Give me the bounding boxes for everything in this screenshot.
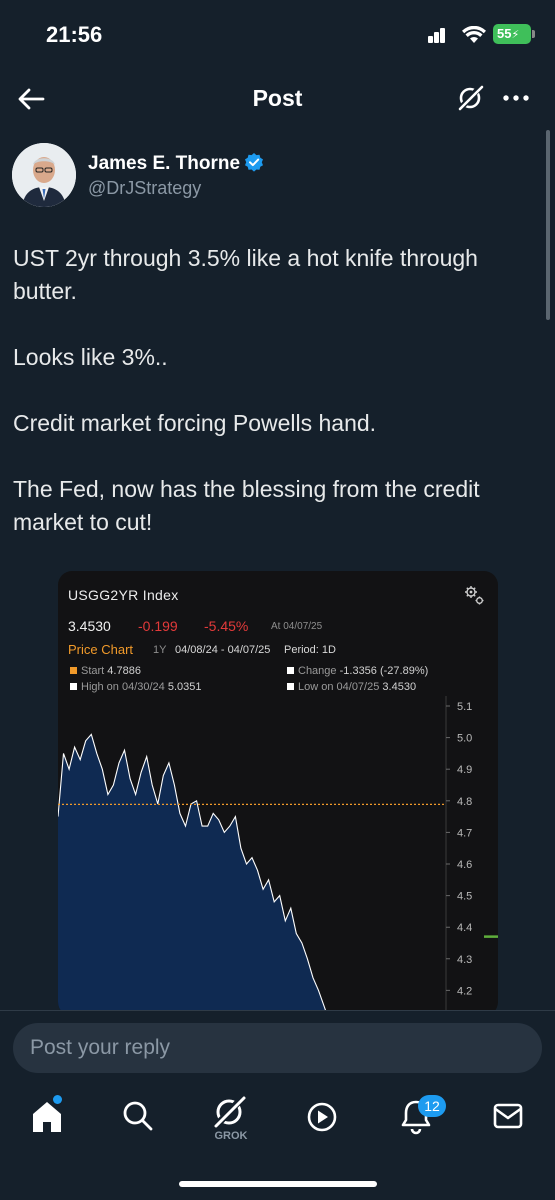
y-tick-label: 4.3	[457, 954, 472, 966]
last-price: 3.4530	[68, 618, 111, 634]
post-paragraph: UST 2yr through 3.5% like a hot knife th…	[13, 245, 478, 304]
stat-change-label: Change	[298, 665, 337, 677]
stat-change: Change -1.3356 (-27.89%)	[287, 665, 428, 677]
search-icon[interactable]	[118, 1096, 158, 1136]
chart-period: Period: 1D	[284, 644, 336, 656]
messages-icon[interactable]	[488, 1096, 528, 1136]
charging-bolt-icon: ⚡	[511, 29, 520, 41]
notification-count-badge: 12	[418, 1095, 446, 1117]
y-tick-label: 4.5	[457, 891, 472, 903]
grok-tab-label: GROK	[214, 1130, 248, 1142]
chart-date-range: 04/08/24 - 04/07/25	[175, 644, 271, 656]
settings-gears-icon	[465, 586, 484, 605]
stat-start-label: Start	[81, 665, 105, 677]
author-name[interactable]: James E. Thorne	[88, 152, 264, 175]
home-unread-dot	[53, 1095, 62, 1104]
y-tick-label: 4.7	[457, 827, 472, 839]
stat-low-value: 3.4530	[382, 681, 417, 693]
net-change: -0.199	[138, 618, 178, 634]
price-chart-plot: 5.1 5.0 4.9 4.8 4.7 4.6 4.5 4.4 4.3 4.2	[58, 696, 498, 1016]
home-indicator	[179, 1181, 377, 1187]
grok-icon[interactable]	[455, 83, 485, 113]
y-tick-label: 4.2	[457, 985, 472, 997]
reply-bar: Post your reply	[0, 1010, 555, 1090]
post-header: Post	[0, 70, 555, 128]
stat-change-value: -1.3356 (-27.89%)	[339, 665, 429, 677]
author-name-text: James E. Thorne	[88, 153, 241, 174]
post-paragraph: Credit market forcing Powells hand.	[13, 410, 377, 436]
post-paragraph: The Fed, now has the blessing from the c…	[13, 476, 480, 535]
scrollbar[interactable]	[546, 130, 550, 320]
avatar[interactable]	[12, 143, 76, 207]
stat-high: High on 04/30/24 5.0351	[70, 681, 202, 693]
y-tick-label: 5.0	[457, 733, 472, 745]
grok-tab-icon[interactable]	[209, 1092, 249, 1132]
status-time: 21:56	[46, 22, 103, 47]
chart-image[interactable]: USGG2YR Index 3.4530 -0.199 -5.45% At 04…	[58, 571, 498, 1016]
stat-high-label: High on 04/30/24	[81, 681, 165, 693]
percent-change: -5.45%	[204, 618, 249, 634]
battery-level: 55	[497, 26, 512, 41]
video-icon[interactable]	[302, 1096, 342, 1136]
price-area	[58, 734, 328, 1016]
battery-indicator: 55⚡	[493, 24, 535, 44]
stat-start-value: 4.7886	[107, 665, 141, 677]
y-tick-label: 4.8	[457, 796, 472, 808]
more-options-icon[interactable]	[500, 86, 532, 110]
chart-span: 1Y	[153, 644, 167, 656]
as-of-date: At 04/07/25	[271, 621, 323, 632]
stat-low-label: Low on 04/07/25	[298, 681, 380, 693]
stat-low: Low on 04/07/25 3.4530	[287, 681, 416, 693]
wifi-icon	[462, 26, 486, 43]
chart-ticker: USGG2YR Index	[68, 587, 179, 603]
cellular-signal-icon	[428, 27, 446, 43]
author-handle[interactable]: @DrJStrategy	[88, 178, 201, 199]
y-tick-label: 4.4	[457, 922, 472, 934]
stat-high-value: 5.0351	[167, 681, 202, 693]
verified-badge-icon	[245, 153, 264, 172]
chart-type-label: Price Chart	[68, 642, 134, 657]
reply-input[interactable]: Post your reply	[13, 1023, 542, 1073]
status-bar: 21:56 55⚡	[0, 0, 555, 70]
y-tick-label: 4.6	[457, 859, 472, 871]
y-tick-label: 4.9	[457, 764, 472, 776]
post-paragraph: Looks like 3%..	[13, 344, 168, 370]
stat-start: Start 4.7886	[70, 665, 141, 677]
y-tick-label: 5.1	[457, 701, 472, 713]
